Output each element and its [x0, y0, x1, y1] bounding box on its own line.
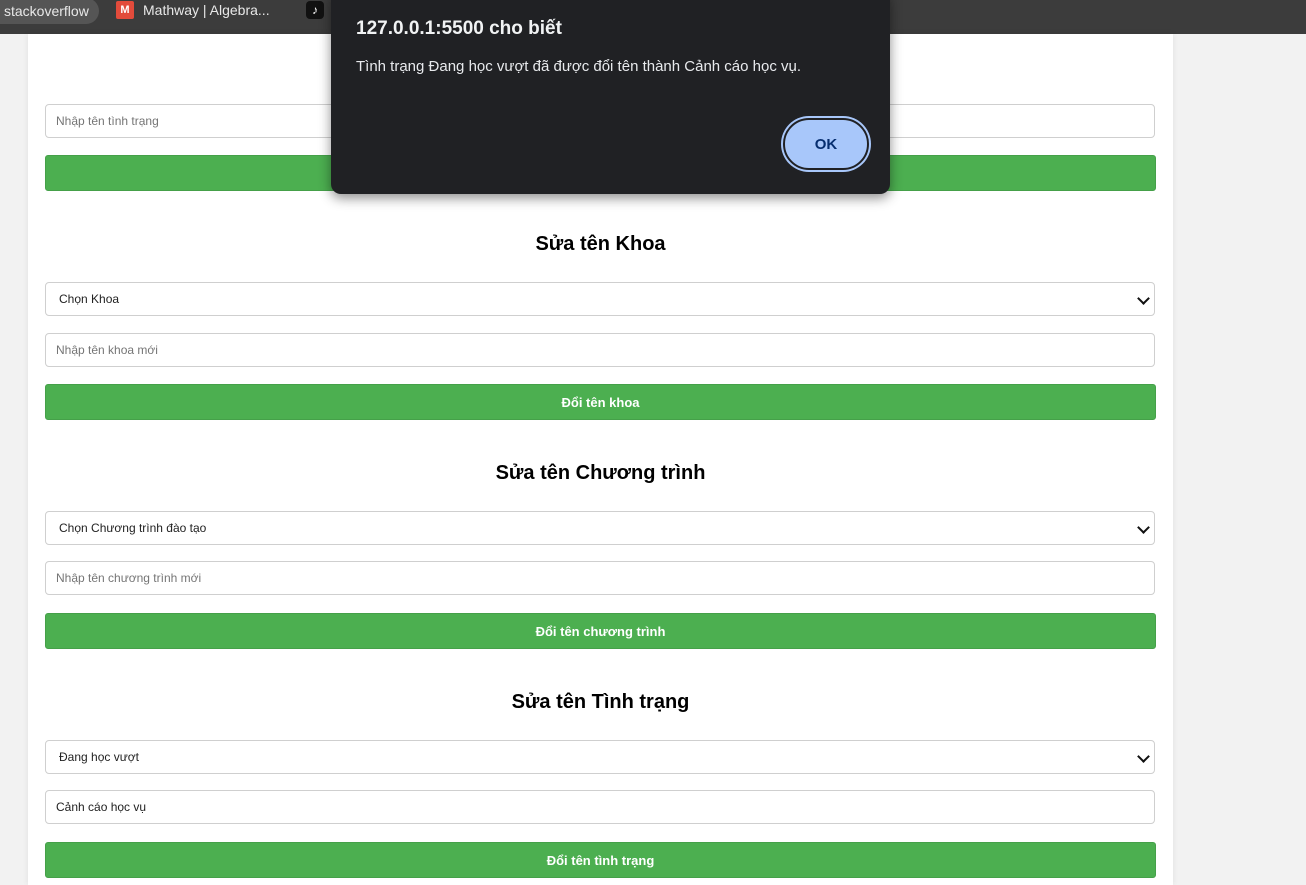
bookmark-tiktok[interactable]: ♪ [306, 0, 324, 20]
alert-message: Tình trạng Đang học vượt đã được đổi tên… [356, 58, 802, 75]
rename-status-button[interactable]: Đổi tên tình trạng [45, 842, 1156, 878]
bookmark-mathway[interactable]: M Mathway | Algebra... [116, 0, 270, 20]
faculty-select[interactable]: Chọn Khoa [45, 282, 1155, 316]
faculty-section-title: Sửa tên Khoa [535, 233, 666, 255]
new-program-name-input[interactable] [45, 561, 1155, 595]
alert-title: 127.0.0.1:5500 cho biết [356, 18, 562, 39]
status-section-title: Sửa tên Tình trạng [511, 691, 690, 713]
mathway-icon: M [116, 1, 134, 19]
bookmark-stackoverflow[interactable]: stackoverflow [0, 0, 99, 24]
faculty-select-wrapper: Chọn Khoa [45, 282, 1155, 316]
program-section-title: Sửa tên Chương trình [495, 462, 706, 484]
status-select-wrapper: Đang học vượt [45, 740, 1155, 774]
bookmark-label: stackoverflow [4, 3, 89, 19]
ok-button[interactable]: OK [783, 118, 869, 170]
status-select[interactable]: Đang học vượt [45, 740, 1155, 774]
alert-dialog: 127.0.0.1:5500 cho biết Tình trạng Đang … [331, 0, 890, 194]
rename-faculty-button[interactable]: Đổi tên khoa [45, 384, 1156, 420]
new-faculty-name-input[interactable] [45, 333, 1155, 367]
bookmark-label: Mathway | Algebra... [143, 2, 270, 18]
new-status-name-input[interactable] [45, 790, 1155, 824]
program-select-wrapper: Chọn Chương trình đào tạo [45, 511, 1155, 545]
tiktok-icon: ♪ [306, 1, 324, 19]
program-select[interactable]: Chọn Chương trình đào tạo [45, 511, 1155, 545]
rename-program-button[interactable]: Đổi tên chương trình [45, 613, 1156, 649]
